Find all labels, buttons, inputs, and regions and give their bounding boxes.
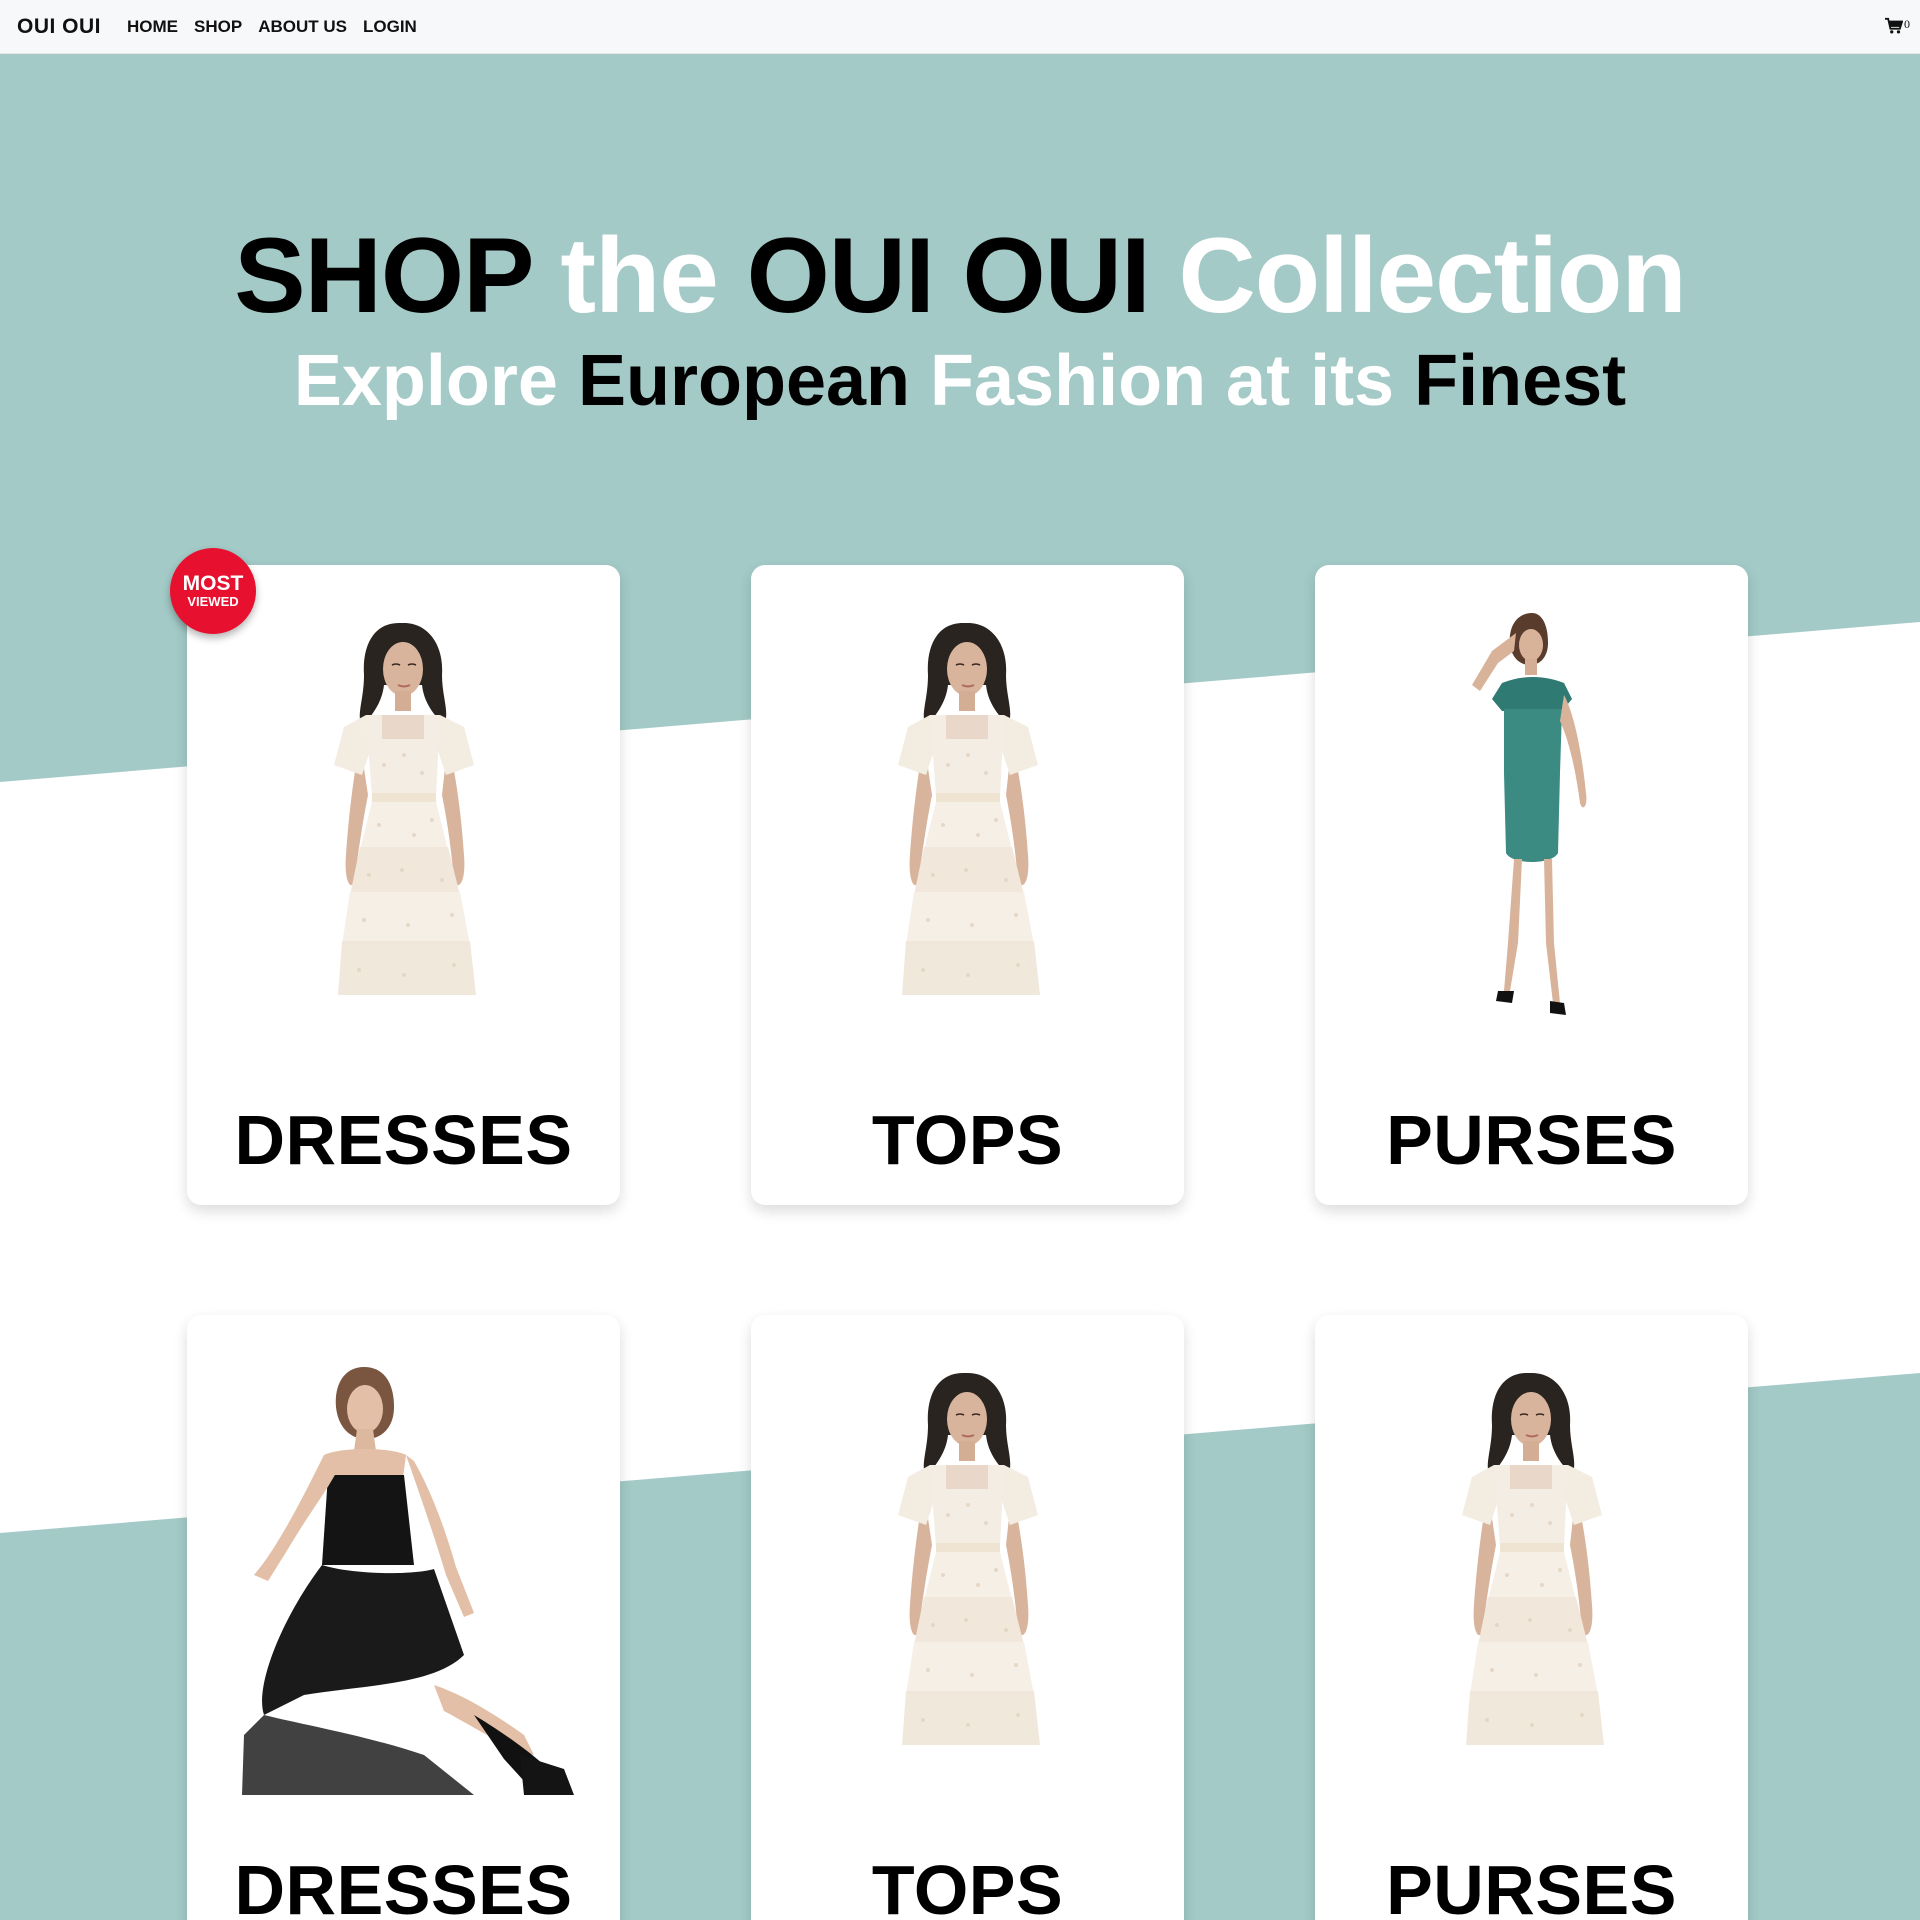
cream-lace-dress-model-image (896, 1372, 1041, 1746)
nav-link-login[interactable]: LOGIN (363, 17, 417, 37)
category-card-tops[interactable]: TOPS (751, 1315, 1184, 1920)
top-navbar: OUI OUI HOME SHOP ABOUT US LOGIN 0 (0, 0, 1920, 54)
card-label: TOPS (871, 1101, 1064, 1179)
card-label: TOPS (871, 1851, 1064, 1920)
nav-link-shop[interactable]: SHOP (194, 17, 242, 37)
subline-word-explore: Explore (293, 341, 558, 421)
brand-logo[interactable]: OUI OUI (17, 15, 101, 39)
category-card-dresses[interactable]: DRESSES (187, 565, 620, 1205)
category-card-dresses[interactable]: DRESSES (187, 1315, 620, 1920)
cream-lace-dress-model-image (332, 622, 477, 996)
card-label: DRESSES (234, 1851, 573, 1920)
shop-page: OUI OUI HOME SHOP ABOUT US LOGIN 0 SHOP … (0, 0, 1920, 1920)
black-strappy-dress-seated-model-image (241, 1367, 574, 1795)
nav-link-about-us[interactable]: ABOUT US (258, 17, 347, 37)
card-label: PURSES (1386, 1101, 1677, 1179)
nav-links: HOME SHOP ABOUT US LOGIN (127, 17, 433, 37)
badge-top-text: MOST (182, 571, 244, 595)
badge-bottom-text: VIEWED (187, 593, 239, 609)
card-label: PURSES (1386, 1851, 1677, 1920)
headline-word-collection: Collection (1178, 215, 1687, 335)
category-card-tops[interactable]: TOPS (751, 565, 1184, 1205)
most-viewed-badge: MOST VIEWED (170, 548, 256, 634)
headline-word-the: the (560, 215, 718, 335)
hero-subline: Explore European Fashion at its Finest (0, 345, 1920, 417)
category-card-purses[interactable]: PURSES (1315, 565, 1748, 1205)
cart-count: 0 (1904, 17, 1910, 31)
cream-lace-dress-model-image (1460, 1372, 1605, 1746)
hero-headline: SHOP the OUI OUI Collection (0, 222, 1920, 329)
teal-strapless-dress-model-image (1471, 613, 1586, 1015)
subline-words-fashion: Fashion at its (930, 341, 1395, 421)
headline-word-oui-oui: OUI OUI (746, 215, 1151, 335)
subline-word-finest: Finest (1414, 341, 1627, 421)
subline-word-european: European (577, 341, 911, 421)
cream-lace-dress-model-image (896, 622, 1041, 996)
card-label: DRESSES (234, 1101, 573, 1179)
headline-word-shop: SHOP (234, 215, 532, 335)
nav-link-home[interactable]: HOME (127, 17, 178, 37)
cart-button[interactable]: 0 (1885, 17, 1910, 35)
shopping-cart-icon (1885, 17, 1903, 34)
category-card-purses[interactable]: PURSES (1315, 1315, 1748, 1920)
hero-section: SHOP the OUI OUI Collection Explore Euro… (0, 54, 1920, 418)
